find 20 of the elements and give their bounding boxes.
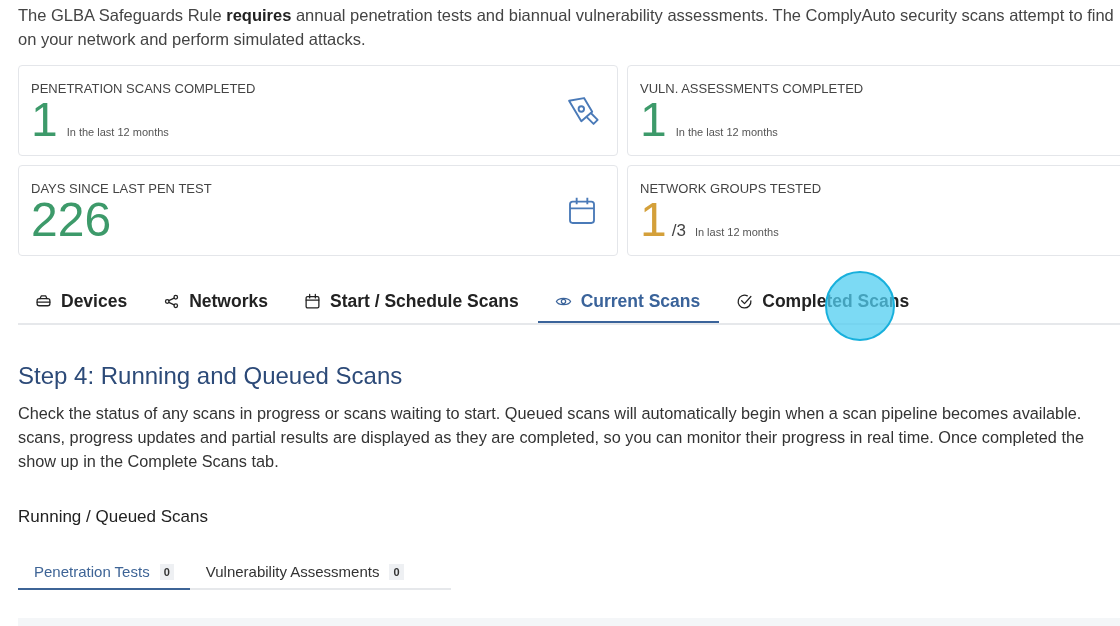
stat-note: In the last 12 months [66,126,169,138]
stat-note: In last 12 months [694,226,779,238]
description-paragraph: Check the status of any scans in progress or scans waiting to start. Queued scans will automatically begin when a scan pipeline becomes available. scans, progress updates and partial results are displayed as they are completed, so you can monitor their progress in real time. Once completed the show up in the Complete Scans tab. [18,403,1085,472]
tab[interactable]: Devices [18,281,147,323]
tab[interactable]: Networks [146,281,287,323]
calendar-icon [303,292,321,310]
tab[interactable]: Vulnerability Assessments 0 [189,555,420,590]
tab[interactable]: Penetration Tests 0 [18,555,190,590]
count-badge: 0 [389,563,404,580]
pen-nib-icon [565,94,599,127]
check-circle-icon [736,292,754,310]
stat-note: In the last 12 months [675,126,778,138]
section-title: Running / Queued Scans [18,506,209,528]
count-badge: 0 [159,563,174,580]
stat-total: /3 [671,221,686,241]
intro-paragraph: The GLBA Safeguards Rule requires annual penetration tests and biannual vulnerability assessments. The ComplyAuto security scans attempt to find on your network and perform simulated attacks. [18,5,1114,50]
share-icon [163,292,181,310]
section-heading: Step 4: Running and Queued Scans [18,361,404,391]
tab[interactable]: Start / Schedule Scans [286,281,538,323]
tab[interactable]: Current Scans [537,281,720,323]
